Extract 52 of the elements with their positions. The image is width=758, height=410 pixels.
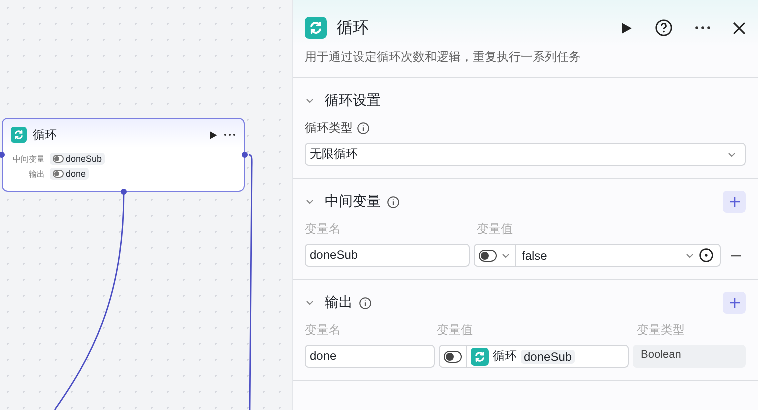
loop-icon <box>305 17 327 39</box>
chevron-icon[interactable] <box>305 197 315 207</box>
toggle-icon[interactable] <box>444 350 462 362</box>
loop-node[interactable]: 循环 中间变量 doneSub 输出 done <box>2 118 245 192</box>
toggle-icon <box>53 170 64 178</box>
column-header: 变量值 <box>477 221 514 238</box>
value-field[interactable]: 循环 doneSub <box>439 345 629 368</box>
toggle-icon <box>53 155 64 163</box>
name-field[interactable]: done <box>305 345 435 368</box>
play-icon[interactable] <box>209 130 218 140</box>
port-dot[interactable] <box>0 152 5 158</box>
panel-description: 用于通过设定循环次数和逻辑，重复执行一系列任务 <box>305 49 582 66</box>
column-header: 变量类型 <box>637 322 686 339</box>
run-button[interactable] <box>620 22 633 34</box>
target-icon[interactable] <box>699 248 714 263</box>
section-title: 输出 <box>325 294 353 312</box>
toggle-icon[interactable] <box>479 250 497 262</box>
source-node-name: 循环 <box>493 348 517 365</box>
info-icon <box>357 122 370 135</box>
column-header: 变量名 <box>305 322 342 339</box>
loop-type-select[interactable]: 无限循环 <box>305 143 746 166</box>
info-icon <box>359 296 372 310</box>
panel-title: 循环 <box>337 18 369 38</box>
value-field[interactable]: false <box>474 244 721 267</box>
close-icon[interactable] <box>733 22 746 34</box>
more-icon[interactable] <box>695 26 711 30</box>
add-button[interactable] <box>723 292 746 314</box>
loop-icon <box>471 348 489 366</box>
chevron-icon[interactable] <box>305 298 315 308</box>
more-icon[interactable] <box>224 133 236 137</box>
node-title: 循环 <box>33 126 57 144</box>
variable-name: doneSub <box>521 350 576 364</box>
variable-name: done <box>66 169 86 179</box>
help-icon[interactable] <box>655 19 673 37</box>
info-icon <box>387 196 400 208</box>
type-select[interactable]: Boolean <box>633 345 746 368</box>
port-dot[interactable] <box>121 189 127 195</box>
variable-name: doneSub <box>66 154 102 164</box>
column-header: 变量名 <box>305 221 342 238</box>
port-dot[interactable] <box>242 152 248 158</box>
chevron-icon[interactable] <box>305 96 315 106</box>
column-header: 变量值 <box>437 322 474 339</box>
section-title: 循环设置 <box>325 92 381 110</box>
section-title: 中间变量 <box>325 193 381 211</box>
field-label: 循环类型 <box>305 120 353 137</box>
row-label: 中间变量 <box>12 154 45 164</box>
loop-icon <box>11 127 27 143</box>
row-label: 输出 <box>28 168 45 180</box>
plus-icon <box>730 197 740 207</box>
add-button[interactable] <box>723 191 746 213</box>
plus-icon <box>730 298 740 308</box>
name-field[interactable]: doneSub <box>305 244 470 267</box>
